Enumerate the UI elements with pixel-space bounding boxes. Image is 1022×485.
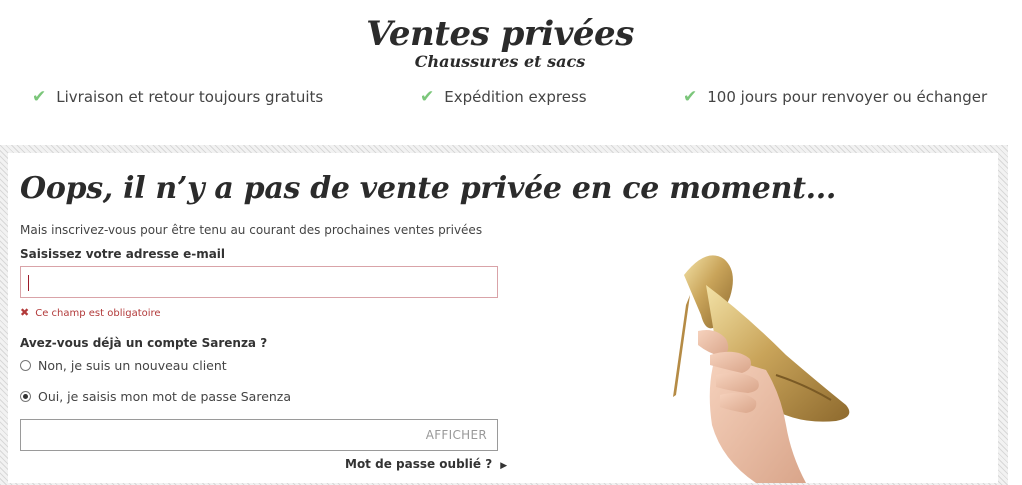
hero-image-shoe	[646, 235, 876, 483]
email-label: Saisissez votre adresse e-mail	[20, 247, 226, 261]
headline: Oops, il n’y a pas de vente privée en ce…	[20, 171, 837, 206]
radio-button-checked[interactable]	[20, 391, 31, 402]
shoe-hand-illustration	[673, 255, 850, 483]
page-title: Ventes privées	[366, 14, 634, 54]
error-icon: ✖	[20, 306, 30, 319]
perk-label: 100 jours pour renvoyer ou échanger	[707, 88, 988, 106]
password-field[interactable]: AFFICHER	[20, 419, 498, 451]
perk-express-shipping: ✔ Expédition express	[420, 87, 587, 107]
perk-label: Livraison et retour toujours gratuits	[56, 88, 324, 106]
email-error: ✖ Ce champ est obligatoire	[20, 306, 161, 319]
show-password-button[interactable]: AFFICHER	[426, 428, 487, 442]
forgot-password-label: Mot de passe oublié ?	[345, 457, 493, 471]
check-icon: ✔	[683, 87, 698, 107]
forgot-password-link[interactable]: Mot de passe oublié ? ▶	[345, 457, 507, 471]
page-subtitle: Chaussures et sacs	[414, 52, 586, 71]
radio-button[interactable]	[20, 360, 31, 371]
header: Ventes privées Chaussures et sacs ✔ Livra…	[0, 0, 1022, 145]
radio-existing-client[interactable]: Oui, je saisis mon mot de passe Sarenza	[20, 389, 291, 404]
check-icon: ✔	[32, 87, 47, 107]
intro-text: Mais inscrivez-vous pour être tenu au co…	[20, 223, 483, 237]
account-question: Avez-vous déjà un compte Sarenza ?	[20, 336, 268, 350]
check-icon: ✔	[420, 87, 435, 107]
radio-label: Oui, je saisis mon mot de passe Sarenza	[38, 389, 292, 404]
signup-panel: Oops, il n’y a pas de vente privée en ce…	[8, 153, 998, 483]
perk-100-days: ✔ 100 jours pour renvoyer ou échanger	[683, 87, 987, 107]
email-field[interactable]	[20, 266, 498, 298]
radio-new-client[interactable]: Non, je suis un nouveau client	[20, 358, 227, 373]
text-caret	[28, 275, 29, 291]
error-message: Ce champ est obligatoire	[35, 308, 161, 319]
perk-free-delivery: ✔ Livraison et retour toujours gratuits	[32, 87, 323, 107]
perk-label: Expédition express	[444, 88, 587, 106]
radio-label: Non, je suis un nouveau client	[38, 358, 227, 373]
